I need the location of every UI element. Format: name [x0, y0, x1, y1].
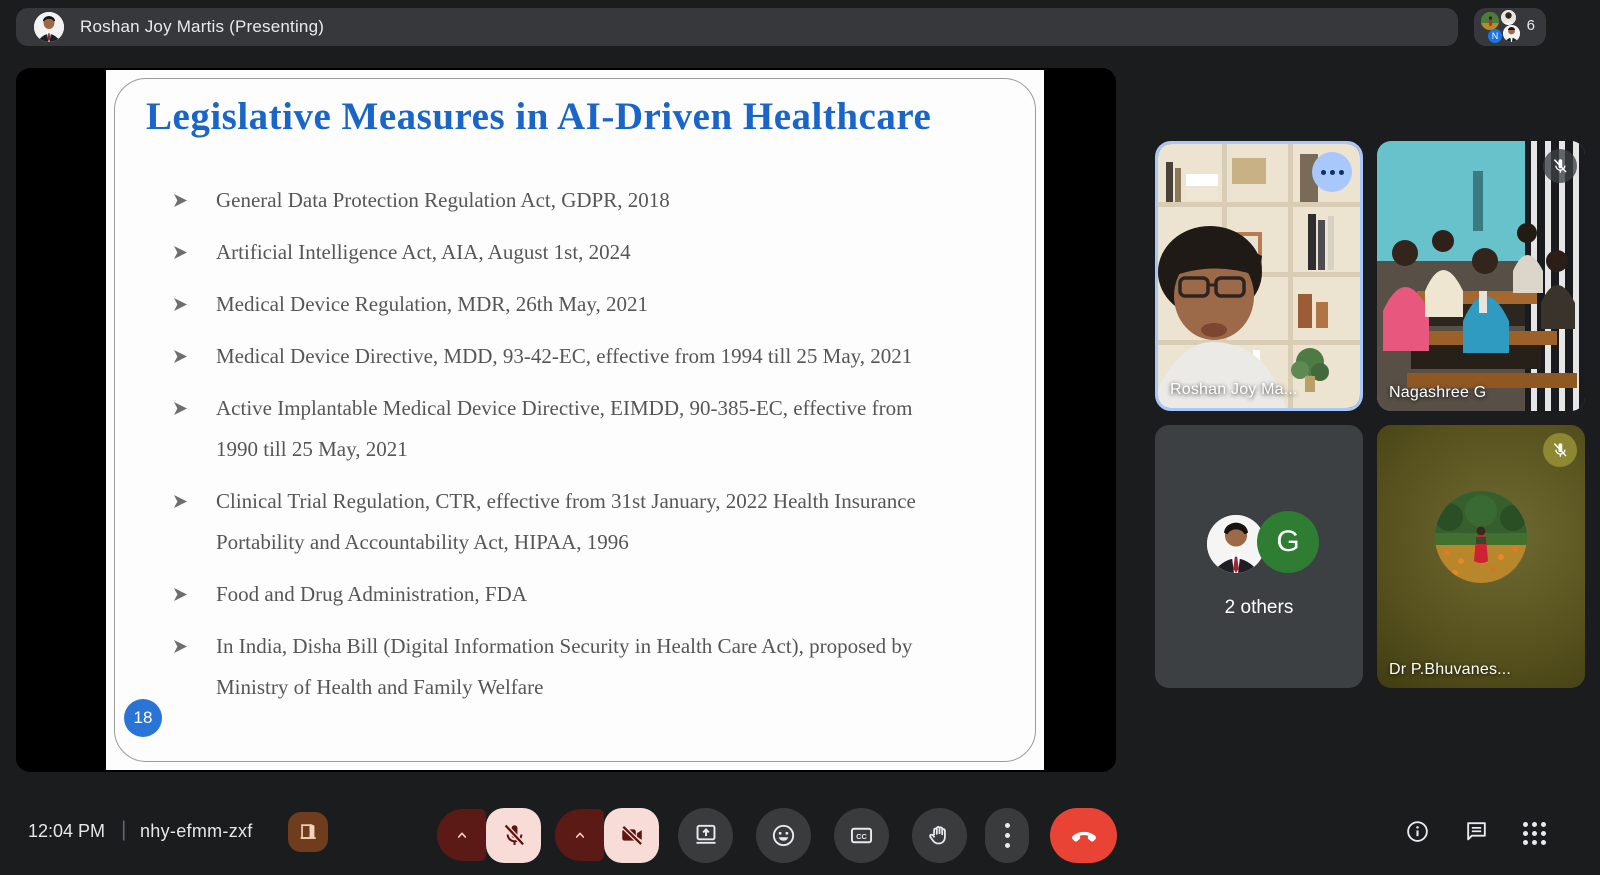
captions-button[interactable]: CC — [834, 808, 889, 863]
participant-avatar-letter: G — [1257, 511, 1319, 573]
slide-page-number: 18 — [124, 699, 162, 737]
slide-bullet: In India, Disha Bill (Digital Informatio… — [164, 626, 1010, 708]
mic-mute-button[interactable] — [486, 808, 541, 863]
slide-bullet: General Data Protection Regulation Act, … — [164, 180, 1010, 221]
mic-control — [437, 808, 541, 863]
arrow-bullet-icon — [174, 350, 187, 363]
mic-off-icon — [501, 822, 527, 848]
slide-bullet: Food and Drug Administration, FDA — [164, 574, 1010, 615]
participants-counter[interactable]: N 6 — [1474, 8, 1546, 46]
call-controls: CC — [437, 807, 1117, 863]
person-photo-icon — [34, 12, 64, 42]
video-tile-bhuvaneswari[interactable]: Dr P.Bhuvanes... — [1377, 425, 1585, 688]
present-to-all-icon — [693, 822, 719, 848]
slide-bullet-list: General Data Protection Regulation Act, … — [164, 180, 1010, 719]
control-bar: 12:04 PM | nhy-efmm-zxf — [0, 789, 1600, 875]
smiley-icon — [770, 822, 797, 849]
camera-control — [555, 808, 659, 863]
meeting-panels — [1405, 819, 1547, 849]
videocam-off-icon — [619, 822, 645, 848]
video-tile-nagashree[interactable]: Nagashree G — [1377, 141, 1585, 411]
tile-name: 2 others — [1155, 597, 1363, 619]
arrow-bullet-icon — [174, 194, 187, 207]
slide-bullet: Clinical Trial Regulation, CTR, effectiv… — [164, 481, 1010, 563]
tile-name: Roshan Joy Ma... — [1170, 381, 1298, 399]
meeting-code: nhy-efmm-zxf — [140, 821, 253, 842]
raise-hand-button[interactable] — [912, 808, 967, 863]
slide-bullet: Medical Device Directive, MDD, 93-42-EC,… — [164, 336, 1010, 377]
slide-bullet: Medical Device Regulation, MDR, 26th May… — [164, 284, 1010, 325]
more-options-button[interactable] — [985, 808, 1029, 863]
mic-off-icon — [1551, 441, 1569, 459]
arrow-bullet-icon — [174, 495, 187, 508]
presenter-banner: Roshan Joy Martis (Presenting) — [16, 8, 1458, 46]
mic-options-chevron[interactable] — [437, 809, 486, 861]
avatar-letter: N — [1492, 31, 1499, 41]
chevron-up-icon — [454, 827, 470, 843]
separator: | — [121, 818, 126, 842]
tile-options-button[interactable] — [1312, 152, 1352, 192]
participant-avatar — [1435, 491, 1527, 583]
presenter-name: Roshan Joy Martis (Presenting) — [80, 17, 324, 37]
group-avatars: G — [1155, 509, 1363, 579]
muted-mic-badge — [1543, 149, 1577, 183]
svg-text:CC: CC — [856, 831, 867, 840]
reactions-button[interactable] — [756, 808, 811, 863]
participant-count: 6 — [1527, 17, 1535, 34]
participant-avatars-cluster: N — [1481, 10, 1519, 44]
info-icon — [1405, 819, 1430, 844]
camera-off-button[interactable] — [604, 808, 659, 863]
camera-options-chevron[interactable] — [555, 809, 604, 861]
present-screen-button[interactable] — [678, 808, 733, 863]
participant-mini-avatar — [1503, 25, 1520, 42]
video-tile-2-others[interactable]: G 2 others — [1155, 425, 1363, 688]
participant-mini-avatar — [1501, 10, 1516, 25]
arrow-bullet-icon — [174, 640, 187, 653]
arrow-bullet-icon — [174, 588, 187, 601]
tile-name: Dr P.Bhuvanes... — [1389, 661, 1511, 679]
end-call-button[interactable] — [1050, 808, 1117, 863]
hand-icon — [926, 822, 953, 849]
presenter-avatar — [34, 12, 64, 42]
muted-mic-badge — [1543, 433, 1577, 467]
mic-off-icon — [1551, 157, 1569, 175]
chat-icon — [1464, 819, 1489, 844]
arrow-bullet-icon — [174, 246, 187, 259]
chevron-up-icon — [572, 827, 588, 843]
info-button[interactable] — [1405, 819, 1430, 849]
slide-bullet: Artificial Intelligence Act, AIA, August… — [164, 232, 1010, 273]
slide-bullet: Active Implantable Medical Device Direct… — [164, 388, 1010, 470]
participant-mini-avatar — [1481, 12, 1499, 30]
closed-captions-icon: CC — [848, 822, 875, 849]
presentation-stage: Legislative Measures in AI-Driven Health… — [16, 68, 1116, 772]
arrow-bullet-icon — [174, 402, 187, 415]
tile-name: Nagashree G — [1389, 384, 1486, 402]
chat-button[interactable] — [1464, 819, 1489, 849]
arrow-bullet-icon — [174, 298, 187, 311]
clock: 12:04 PM — [28, 821, 105, 842]
shared-slide: Legislative Measures in AI-Driven Health… — [106, 70, 1044, 770]
video-tile-roshan[interactable]: Roshan Joy Ma... — [1155, 141, 1363, 411]
room-door-button[interactable] — [288, 812, 328, 852]
slide-title: Legislative Measures in AI-Driven Health… — [146, 94, 931, 139]
activities-grid-button[interactable] — [1523, 822, 1547, 846]
participant-mini-avatar: N — [1488, 29, 1502, 43]
door-icon — [297, 821, 319, 843]
call-end-icon — [1069, 820, 1099, 850]
